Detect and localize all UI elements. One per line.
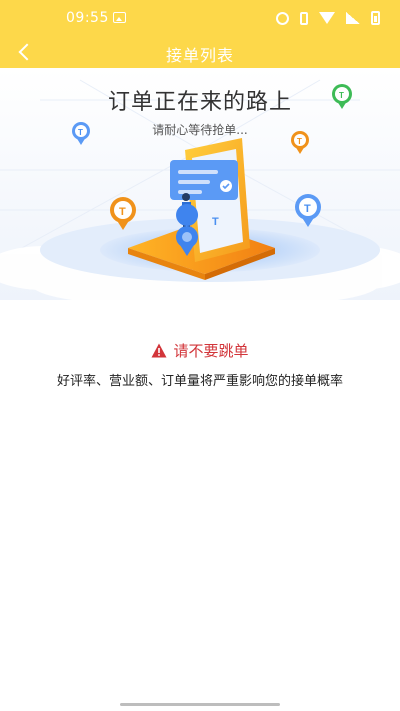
svg-text:T: T [297, 137, 302, 146]
signal-icon [346, 12, 360, 24]
status-icons [276, 11, 380, 25]
alarm-icon [276, 11, 289, 25]
waiting-title: 订单正在来的路上 [107, 90, 292, 115]
warning-icon [151, 343, 167, 357]
gallery-icon [113, 12, 126, 23]
waiting-subtitle: 请耐心等待抢单... [152, 123, 248, 137]
warning-banner: 请不要跳单 [0, 340, 400, 360]
page-title: 接单列表 [165, 46, 234, 65]
status-time: 09:55 [66, 10, 109, 26]
header-bar: 接单列表 [0, 36, 400, 68]
warning-title: 请不要跳单 [173, 341, 249, 360]
wifi-icon [319, 12, 335, 24]
battery-icon [371, 11, 380, 25]
vibrate-icon [300, 11, 308, 25]
status-bar: 09:55 [0, 0, 400, 36]
warning-message: 好评率、营业额、订单量将严重影响您的接单概率 [56, 374, 343, 389]
svg-text:T: T [212, 216, 219, 228]
home-indicator[interactable] [120, 703, 280, 706]
svg-text:T: T [119, 206, 126, 218]
svg-text:T: T [304, 203, 311, 215]
